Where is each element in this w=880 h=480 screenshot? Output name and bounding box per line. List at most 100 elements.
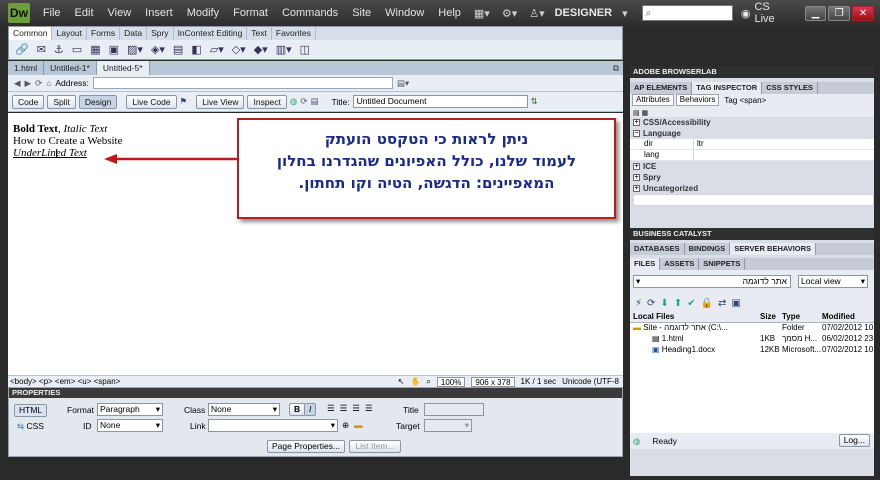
html-mode-button[interactable]: HTML	[14, 404, 48, 417]
view-options-icon[interactable]: ▤	[310, 96, 318, 107]
doc-tab-3[interactable]: Untitled-5*	[96, 61, 150, 75]
media-icon[interactable]: ◈▾	[151, 43, 165, 56]
menu-help[interactable]: Help	[431, 7, 468, 19]
target-select[interactable]: ▾	[424, 419, 472, 432]
category-css-accessibility[interactable]: + CSS/Accessibility	[630, 117, 874, 128]
hyperlink-icon[interactable]: 🔗	[15, 43, 29, 56]
link-input[interactable]: ▾	[208, 419, 338, 432]
help-search-input[interactable]: ⌕	[641, 5, 733, 21]
file-management-icon[interactable]: ⇅	[531, 96, 538, 107]
insert-tab-favorites[interactable]: Favorites	[272, 27, 316, 40]
insert-tab-spry[interactable]: Spry	[147, 27, 174, 40]
image-icon[interactable]: ▨▾	[127, 43, 143, 56]
list-item-button[interactable]: List Item...	[349, 440, 401, 453]
bold-button[interactable]: B	[289, 403, 306, 416]
restore-button[interactable]: ❐	[828, 5, 851, 21]
restore-doc-icon[interactable]: ⧉	[613, 61, 623, 75]
view-toggle-icons[interactable]: ▤ ▦	[630, 109, 874, 117]
design-view-button[interactable]: Design	[78, 94, 118, 109]
doc-tab-1[interactable]: 1.html	[8, 61, 45, 75]
category-language[interactable]: − Language	[630, 128, 874, 139]
attr-lang[interactable]: lang	[630, 150, 874, 161]
business-catalyst-header[interactable]: BUSINESS CATALYST	[630, 228, 874, 240]
insert-tab-layout[interactable]: Layout	[52, 27, 88, 40]
check-out-icon[interactable]: ✔	[687, 298, 695, 309]
insert-tab-forms[interactable]: Forms	[87, 27, 121, 40]
log-button[interactable]: Log...	[838, 434, 870, 447]
title-input[interactable]: Untitled Document	[352, 95, 528, 108]
file-row-site[interactable]: ▬ Site - אתר לדוגמה (C:\... Folder 07/02/2…	[630, 323, 874, 334]
home-icon[interactable]: ⌂	[46, 78, 51, 88]
check-in-icon[interactable]: 🔒	[701, 298, 713, 309]
server-include-icon[interactable]: ◧	[191, 43, 201, 56]
zoom-tool-icon[interactable]: ⌕	[426, 377, 430, 387]
category-uncategorized[interactable]: + Uncategorized	[630, 183, 874, 194]
point-to-file-icon[interactable]: ⊕	[342, 420, 349, 431]
refresh-icon[interactable]: ⟳	[35, 78, 42, 89]
connect-icon[interactable]: ⚡	[635, 298, 642, 309]
preview-globe-icon[interactable]: ◍	[290, 96, 297, 107]
menu-edit[interactable]: Edit	[68, 7, 101, 19]
named-anchor-icon[interactable]: ⚓	[54, 43, 64, 56]
div-icon[interactable]: ▣	[109, 43, 119, 56]
minimize-button[interactable]: ▁	[804, 5, 827, 21]
class-select[interactable]: None ▾	[208, 403, 280, 416]
select-tool-icon[interactable]: ↖	[398, 377, 405, 386]
tab-databases[interactable]: DATABASES	[630, 243, 685, 255]
comment-icon[interactable]: ▱▾	[210, 43, 224, 56]
inspect-button[interactable]: Inspect	[247, 94, 287, 109]
category-spry[interactable]: + Spry	[630, 172, 874, 183]
cs-live-button[interactable]: ◉ CS Live	[741, 1, 793, 25]
browserlab-header[interactable]: ADOBE BROWSERLAB	[630, 66, 874, 78]
list-buttons[interactable]: ☰☰☰☰	[327, 403, 377, 414]
refresh-files-icon[interactable]: ⟳	[647, 298, 655, 309]
script-icon[interactable]: ◆▾	[254, 43, 268, 56]
format-select[interactable]: Paragraph ▾	[97, 403, 163, 416]
extend-gear-icon[interactable]: ⚙▾	[496, 7, 523, 20]
insert-tab-text[interactable]: Text	[247, 27, 272, 40]
browse-icon[interactable]: ▤▾	[397, 78, 409, 89]
view-select[interactable]: Local view ▾	[798, 275, 868, 288]
italic-button[interactable]: I	[304, 403, 317, 416]
site-select[interactable]: אתר לדוגמה ▾	[633, 275, 791, 288]
tab-bindings[interactable]: BINDINGS	[685, 243, 731, 255]
tab-assets[interactable]: ASSETS	[660, 258, 700, 270]
browse-folder-icon[interactable]: ▬	[354, 420, 363, 430]
live-code-button[interactable]: Live Code	[126, 94, 177, 109]
date-icon[interactable]: ▤	[173, 43, 183, 56]
zoom-select[interactable]: 100%	[436, 376, 466, 387]
tab-behaviors[interactable]: Behaviors	[675, 94, 720, 106]
tab-ap-elements[interactable]: AP ELEMENTS	[630, 82, 693, 94]
head-icon[interactable]: ◇▾	[232, 43, 246, 56]
insert-tab-incontext[interactable]: InContext Editing	[174, 27, 248, 40]
hand-tool-icon[interactable]: ✋	[410, 377, 420, 386]
menu-site[interactable]: Site	[345, 7, 378, 19]
category-ice[interactable]: + ICE	[630, 161, 874, 172]
file-row-docx[interactable]: ▣ Heading1.docx 12KB Microsoft... 07/02/201…	[630, 345, 874, 356]
menu-file[interactable]: File	[36, 7, 68, 19]
tab-attributes[interactable]: Attributes	[632, 94, 674, 106]
page-properties-button[interactable]: Page Properties...	[267, 440, 346, 453]
put-files-icon[interactable]: ⬆	[674, 298, 682, 309]
split-view-button[interactable]: Split	[47, 94, 76, 109]
sync-icon[interactable]: ⇄	[718, 298, 726, 309]
address-input[interactable]	[92, 77, 393, 89]
code-view-button[interactable]: Code	[12, 94, 45, 109]
live-view-button[interactable]: Live View	[196, 94, 245, 109]
menu-window[interactable]: Window	[378, 7, 431, 19]
id-select[interactable]: None ▾	[97, 419, 163, 432]
css-mode-button[interactable]: ⇆ CSS	[17, 421, 44, 432]
doc-tab-2[interactable]: Untitled-1*	[44, 61, 97, 75]
get-files-icon[interactable]: ⬇	[660, 298, 668, 309]
close-button[interactable]: ✕	[852, 5, 875, 21]
tag-path[interactable]: <body> <p> <em> <u> <span>	[10, 377, 120, 386]
tab-css-styles[interactable]: CSS STYLES	[762, 82, 818, 94]
attr-dir[interactable]: dir ltr	[630, 139, 874, 150]
tab-snippets[interactable]: SNIPPETS	[699, 258, 746, 270]
menu-insert[interactable]: Insert	[138, 7, 180, 19]
back-icon[interactable]: ◀	[14, 78, 21, 89]
insert-tab-data[interactable]: Data	[120, 27, 148, 40]
title-prop-input[interactable]	[424, 403, 484, 416]
table-icon[interactable]: ▦	[90, 43, 100, 56]
check-compat-icon[interactable]: ⚑	[180, 96, 188, 107]
